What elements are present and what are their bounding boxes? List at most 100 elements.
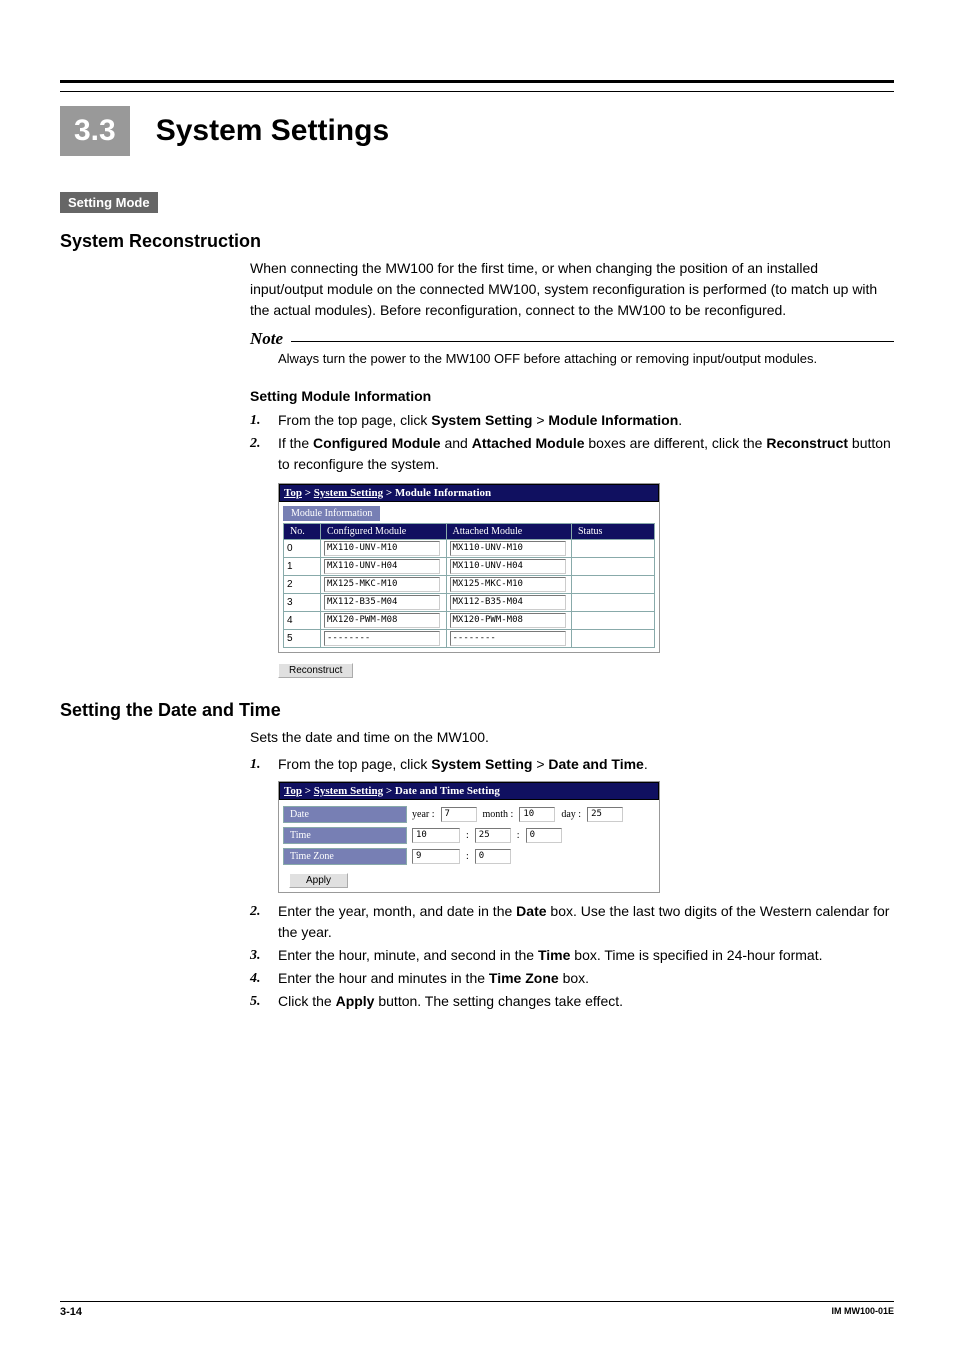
crumb-sys[interactable]: System Setting <box>314 785 383 797</box>
month-label: month : <box>483 809 514 820</box>
table-row: 4MX120-PWM-M08MX120-PWM-M08 <box>284 612 655 630</box>
th-att: Attached Module <box>446 524 572 540</box>
day-label: day : <box>561 809 581 820</box>
step-num: 5. <box>250 991 268 1012</box>
cell-conf: -------- <box>321 630 447 648</box>
bold: System Setting <box>431 756 532 772</box>
module-info-heading: Setting Module Information <box>250 388 894 404</box>
note-rule <box>291 341 894 342</box>
crumb-sys[interactable]: System Setting <box>314 487 383 499</box>
conf-input[interactable]: MX112-B35-M04 <box>324 595 440 610</box>
tz-hour-input[interactable]: 9 <box>412 849 460 864</box>
step-num: 3. <box>250 945 268 966</box>
module-info-tab[interactable]: Module Information <box>283 506 380 521</box>
cell-no: 1 <box>284 558 321 576</box>
th-no: No. <box>284 524 321 540</box>
bold: Date <box>516 903 546 919</box>
crumb-top[interactable]: Top <box>284 785 302 797</box>
bold: Reconstruct <box>766 435 848 451</box>
text: button. The setting changes take effect. <box>374 993 623 1009</box>
conf-input[interactable]: MX120-PWM-M08 <box>324 613 440 628</box>
step-1: 1. From the top page, click System Setti… <box>250 754 894 775</box>
page-number: 3-14 <box>60 1306 82 1318</box>
date-time-para: Sets the date and time on the MW100. <box>250 727 894 748</box>
conf-input[interactable]: MX125-MKC-M10 <box>324 577 440 592</box>
text: Enter the hour and minutes in the <box>278 970 489 986</box>
conf-input[interactable]: MX110-UNV-H04 <box>324 559 440 574</box>
time-label: Time <box>283 827 407 844</box>
cell-status <box>572 576 655 594</box>
date-row: Date year :7 month :10 day :25 <box>283 804 655 825</box>
year-input[interactable]: 7 <box>441 807 477 822</box>
top-rule <box>60 80 894 92</box>
doc-id: IM MW100-01E <box>831 1306 894 1318</box>
cell-no: 5 <box>284 630 321 648</box>
chapter-title: System Settings <box>156 114 389 148</box>
th-status: Status <box>572 524 655 540</box>
crumb-last: Date and Time Setting <box>395 785 500 797</box>
chapter-number: 3.3 <box>60 106 130 156</box>
att-input[interactable]: MX125-MKC-M10 <box>450 577 566 592</box>
breadcrumb: Top > System Setting > Module Informatio… <box>279 484 659 502</box>
cell-att: MX110-UNV-H04 <box>446 558 572 576</box>
conf-input[interactable]: -------- <box>324 631 440 646</box>
conf-input[interactable]: MX110-UNV-M10 <box>324 541 440 556</box>
text: If the <box>278 435 313 451</box>
cell-no: 0 <box>284 540 321 558</box>
cell-att: -------- <box>446 630 572 648</box>
table-row: 2MX125-MKC-M10MX125-MKC-M10 <box>284 576 655 594</box>
cell-no: 4 <box>284 612 321 630</box>
bold: Time <box>538 947 570 963</box>
tz-min-input[interactable]: 0 <box>475 849 511 864</box>
step-num: 2. <box>250 901 268 943</box>
crumb-last: Module Information <box>395 487 491 499</box>
cell-status <box>572 612 655 630</box>
bold: Module Information <box>548 412 678 428</box>
att-input[interactable]: -------- <box>450 631 566 646</box>
year-label: year : <box>412 809 435 820</box>
table-row: 3MX112-B35-M04MX112-B35-M04 <box>284 594 655 612</box>
cell-conf: MX110-UNV-H04 <box>321 558 447 576</box>
time-hour-input[interactable]: 10 <box>412 828 460 843</box>
step-2: 2. If the Configured Module and Attached… <box>250 433 894 475</box>
cell-conf: MX112-B35-M04 <box>321 594 447 612</box>
table-row: 1MX110-UNV-H04MX110-UNV-H04 <box>284 558 655 576</box>
note-text: Always turn the power to the MW100 OFF b… <box>278 351 894 366</box>
cell-conf: MX110-UNV-M10 <box>321 540 447 558</box>
step-num: 4. <box>250 968 268 989</box>
step-3: 3. Enter the hour, minute, and second in… <box>250 945 894 966</box>
system-reconstruction-heading: System Reconstruction <box>60 231 894 252</box>
bold: Configured Module <box>313 435 441 451</box>
att-input[interactable]: MX110-UNV-H04 <box>450 559 566 574</box>
cell-status <box>572 558 655 576</box>
bold: System Setting <box>431 412 532 428</box>
date-time-steps: 1. From the top page, click System Setti… <box>250 754 894 775</box>
step-num: 1. <box>250 754 268 775</box>
time-min-input[interactable]: 25 <box>475 828 511 843</box>
time-sec-input[interactable]: 0 <box>526 828 562 843</box>
day-input[interactable]: 25 <box>587 807 623 822</box>
page: 3.3 System Settings Setting Mode System … <box>0 0 954 1350</box>
system-reconstruction-para: When connecting the MW100 for the first … <box>250 258 894 321</box>
th-conf: Configured Module <box>321 524 447 540</box>
step-num: 1. <box>250 410 268 431</box>
month-input[interactable]: 10 <box>519 807 555 822</box>
crumb-top[interactable]: Top <box>284 487 302 499</box>
cell-conf: MX125-MKC-M10 <box>321 576 447 594</box>
page-footer: 3-14 IM MW100-01E <box>60 1301 894 1318</box>
apply-button[interactable]: Apply <box>289 873 348 888</box>
att-input[interactable]: MX120-PWM-M08 <box>450 613 566 628</box>
text: box. Time is specified in 24-hour format… <box>570 947 822 963</box>
att-input[interactable]: MX112-B35-M04 <box>450 595 566 610</box>
date-time-steps-cont: 2. Enter the year, month, and date in th… <box>250 901 894 1012</box>
reconstruct-button[interactable]: Reconstruct <box>278 663 353 678</box>
table-row: 5---------------- <box>284 630 655 648</box>
att-input[interactable]: MX110-UNV-M10 <box>450 541 566 556</box>
cell-conf: MX120-PWM-M08 <box>321 612 447 630</box>
module-info-screenshot: Top > System Setting > Module Informatio… <box>278 483 660 653</box>
cell-att: MX110-UNV-M10 <box>446 540 572 558</box>
note-label: Note <box>250 329 283 349</box>
time-row: Time 10 : 25 : 0 <box>283 825 655 846</box>
date-time-heading: Setting the Date and Time <box>60 700 894 721</box>
bold: Attached Module <box>472 435 585 451</box>
